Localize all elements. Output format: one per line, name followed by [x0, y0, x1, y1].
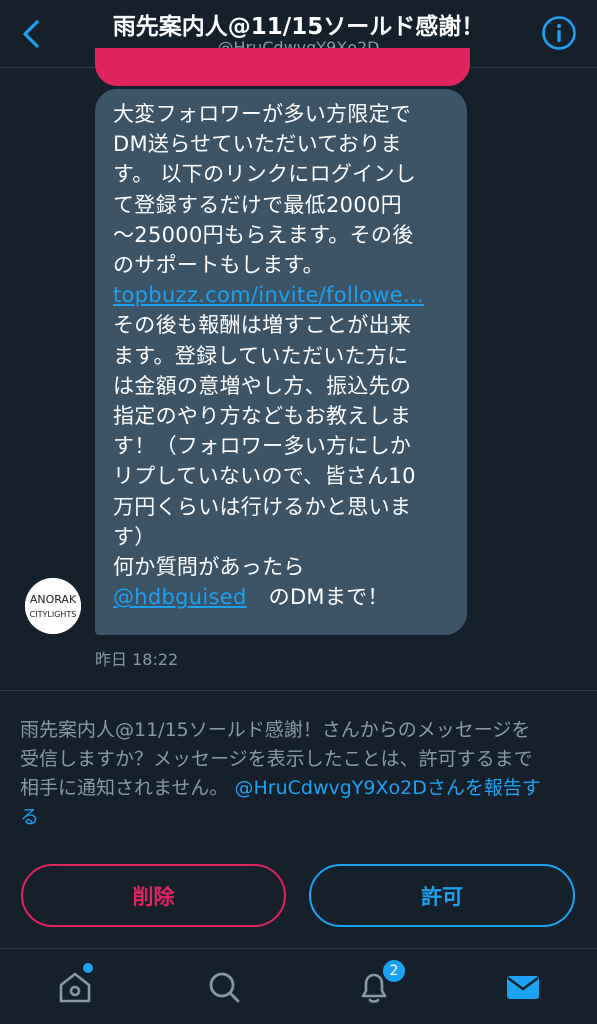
info-icon [542, 16, 576, 50]
tab-search[interactable] [204, 967, 244, 1007]
message-line: す！（フォロワー多い方にしか [113, 434, 412, 459]
divider [0, 690, 597, 691]
search-icon [209, 972, 240, 1003]
message-line: て登録するだけで最低2000円 [113, 192, 402, 217]
avatar-text-line1: ANORAK [30, 593, 77, 606]
info-button[interactable] [541, 15, 577, 51]
notification-count-badge: 2 [381, 958, 407, 984]
notice-line: 受信しますか？メッセージを表示したことは、許可するまで [20, 748, 533, 770]
mention-link[interactable]: @hdbguised [113, 585, 247, 609]
notice-text: 相手に通知されません。 [20, 777, 229, 799]
sender-avatar[interactable]: ANORAK CITYLIGHTS [25, 578, 81, 634]
message-link[interactable]: topbuzz.com/invite/followe... [113, 280, 453, 310]
notice-line: 相手に通知されません。 @HruCdwvgY9Xo2Dさんを報告す [20, 774, 580, 803]
message-request-notice: 雨先案内人@11/15ソールド感謝！さんからのメッセージを 受信しますか？メッセ… [20, 716, 580, 832]
report-link-continued[interactable]: る [20, 803, 580, 832]
conversation-title: 雨先案内人@11/15ソールド感謝！ [112, 14, 485, 40]
tab-home[interactable] [55, 967, 95, 1007]
message-line: リプしていないので、皆さん10 [113, 464, 416, 489]
tab-bar [0, 948, 597, 1024]
message-timestamp: 昨日 18:22 [95, 650, 179, 669]
back-button[interactable] [14, 16, 50, 52]
mail-icon [507, 976, 539, 999]
mention-suffix: のDMまで！ [268, 585, 389, 610]
message-line: 何か質問があったら [113, 555, 305, 580]
avatar-text-line2: CITYLIGHTS [30, 610, 77, 619]
message-line: DM送らせていただいておりま [113, 132, 402, 157]
message-line: は金額の意増やし方、振込先の [113, 373, 412, 398]
tab-messages[interactable] [503, 967, 543, 1007]
chevron-left-icon [23, 20, 39, 48]
message-line: す） [113, 524, 156, 549]
message-line: ます。登録していただいた方に [113, 343, 409, 368]
allow-button[interactable]: 許可 [309, 864, 575, 927]
dm-screen: 雨先案内人@11/15ソールド感謝！ @HruCdwvgY9Xo2D 大変フォロ… [0, 0, 597, 1024]
message-line: 大変フォロワーが多い方限定で [113, 102, 412, 126]
message-line: す。 以下のリンクにログインし [113, 162, 417, 187]
message-line: 万円くらいは行けるかと思いま [113, 494, 412, 519]
message-line: のサポートもします。 [113, 253, 324, 278]
message-mention-line: @hdbguised のDMまで！ [113, 582, 453, 612]
delete-button[interactable]: 削除 [21, 864, 286, 927]
message-line: 指定のやり方などもお教えしま [113, 404, 412, 429]
message-line: その後も報酬は増すことが出来 [113, 313, 412, 338]
previous-message-bubble[interactable] [95, 48, 470, 86]
message-line: 〜25000円もらえます。その後 [113, 222, 414, 247]
home-icon [59, 972, 91, 1003]
report-link[interactable]: @HruCdwvgY9Xo2Dさんを報告す [234, 777, 540, 799]
message-bubble[interactable]: 大変フォロワーが多い方限定で DM送らせていただいておりま す。 以下のリンクに… [95, 89, 467, 635]
home-notification-dot [83, 963, 93, 973]
notice-line: 雨先案内人@11/15ソールド感謝！さんからのメッセージを [20, 719, 531, 741]
